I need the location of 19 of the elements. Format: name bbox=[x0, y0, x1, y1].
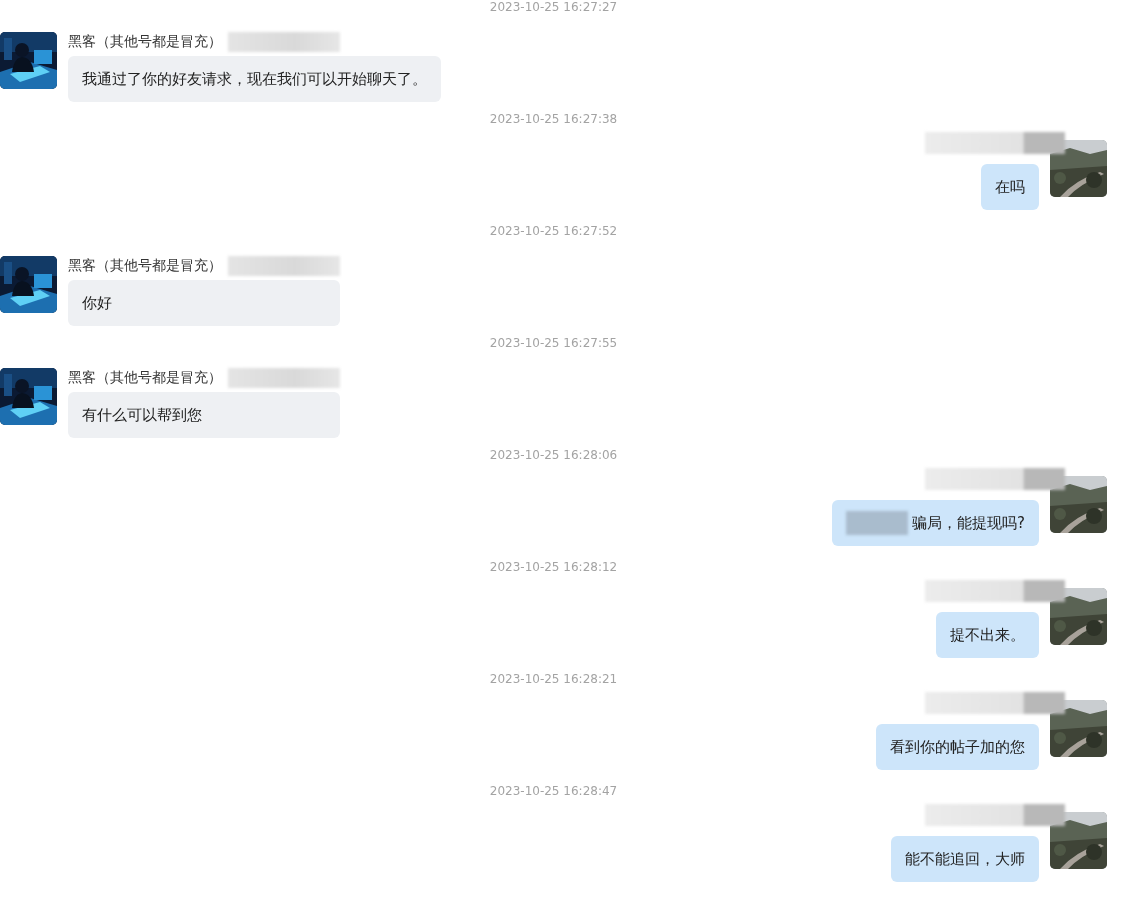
timestamp: 2023-10-25 16:28:21 bbox=[489, 672, 618, 686]
message-text: 提不出来。 bbox=[950, 625, 1025, 645]
timestamp: 2023-10-25 16:28:12 bbox=[489, 560, 618, 574]
sender-name: 黑客（其他号都是冒充） bbox=[68, 257, 222, 275]
timestamp: 2023-10-25 16:28:06 bbox=[489, 448, 618, 462]
message-text: 有什么可以帮到您 bbox=[82, 405, 202, 425]
timestamp: 2023-10-25 16:28:47 bbox=[489, 784, 618, 798]
message-text: 在吗 bbox=[995, 177, 1025, 197]
message-text: 看到你的帖子加的您 bbox=[890, 737, 1025, 757]
message-text: 骗局，能提现吗? bbox=[912, 513, 1025, 533]
sender-name: 黑客（其他号都是冒充） bbox=[68, 33, 222, 51]
message-text: 我通过了你的好友请求，现在我们可以开始聊天了。 bbox=[82, 69, 427, 89]
timestamp: 2023-10-25 16:27:27 bbox=[489, 0, 618, 14]
timestamp: 2023-10-25 16:27:55 bbox=[489, 336, 618, 350]
message-text: 你好 bbox=[82, 293, 112, 313]
message-text: 能不能追回，大师 bbox=[905, 849, 1025, 869]
timestamp: 2023-10-25 16:27:38 bbox=[489, 112, 618, 126]
sender-name: 黑客（其他号都是冒充） bbox=[68, 369, 222, 387]
timestamp: 2023-10-25 16:27:52 bbox=[489, 224, 618, 238]
